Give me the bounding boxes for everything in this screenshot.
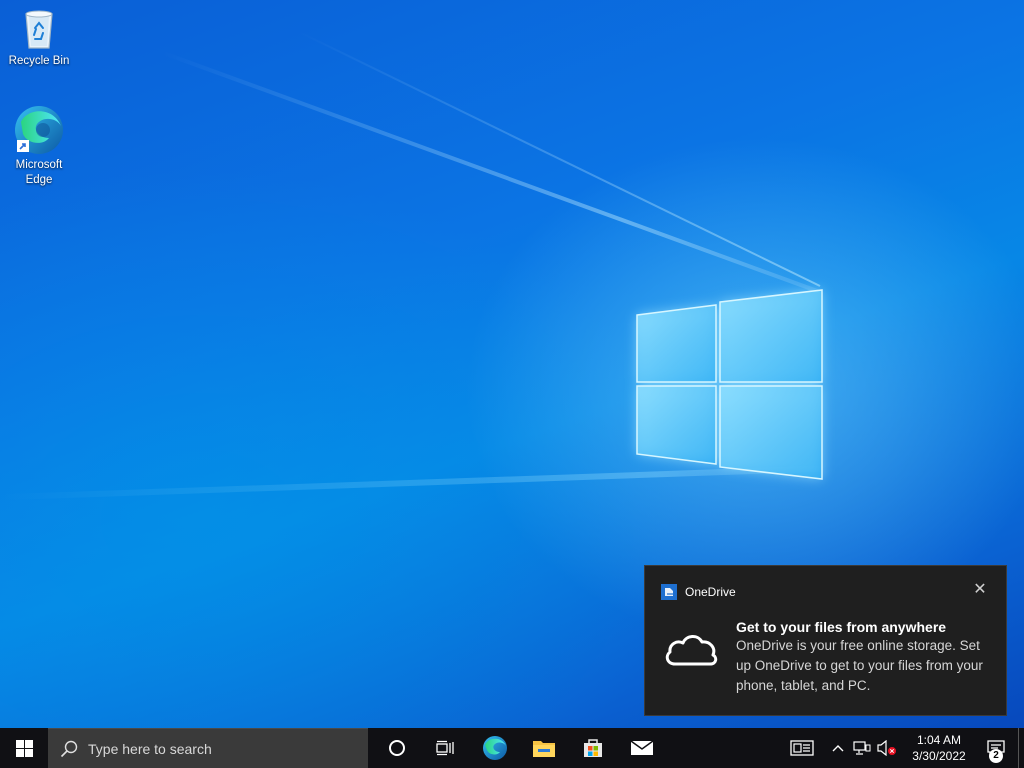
show-desktop-button[interactable]	[1018, 728, 1024, 768]
task-view-button[interactable]	[421, 728, 470, 768]
clock-time: 1:04 AM	[916, 733, 962, 747]
recycle-bin-icon	[25, 10, 53, 49]
file-explorer-button[interactable]	[519, 728, 568, 768]
toast-app-name: OneDrive	[685, 585, 736, 599]
microsoft-store-icon	[583, 739, 602, 757]
search-placeholder: Type here to search	[88, 740, 212, 757]
desktop-icon-recycle-bin[interactable]: Recycle Bin	[3, 6, 75, 69]
chevron-up-icon	[832, 745, 844, 752]
taskbar-edge-button[interactable]	[470, 728, 519, 768]
news-button[interactable]	[784, 728, 820, 768]
taskbar-clock[interactable]: 1:04 AM 3/30/2022	[904, 732, 974, 764]
close-icon[interactable]: ✕	[972, 582, 988, 598]
mail-icon	[630, 740, 653, 755]
microsoft-store-button[interactable]	[568, 728, 617, 768]
mail-button[interactable]	[617, 728, 666, 768]
start-button[interactable]	[0, 728, 48, 768]
volume-button[interactable]	[874, 728, 900, 768]
toast-title: Get to your files from anywhere	[736, 619, 947, 635]
desktop-icon-label-line2: Edge	[25, 174, 53, 186]
network-icon	[853, 741, 871, 755]
news-icon	[790, 740, 814, 756]
light-beam	[161, 50, 821, 294]
clock-date: 3/30/2022	[912, 749, 966, 763]
light-beam	[298, 30, 821, 287]
desktop-icon-microsoft-edge[interactable]: Microsoft Edge	[3, 104, 75, 188]
search-icon	[60, 740, 78, 757]
toast-app-header: OneDrive	[661, 584, 736, 600]
show-hidden-icons-button[interactable]	[826, 728, 850, 768]
file-explorer-icon	[532, 741, 555, 757]
taskbar-search-box[interactable]: Type here to search	[48, 728, 368, 768]
cortana-icon	[388, 740, 405, 756]
onedrive-app-icon	[661, 584, 677, 600]
toast-body: OneDrive is your free online storage. Se…	[736, 638, 983, 693]
toast-content: Get to your files from anywhere OneDrive…	[736, 618, 998, 696]
edge-icon	[15, 106, 63, 154]
taskbar: Type here to search 1:04 AM 3/30/2022 2	[0, 728, 1024, 768]
light-beam	[0, 465, 820, 501]
desktop-icon-label-line1: Microsoft	[15, 159, 63, 171]
onedrive-toast-notification[interactable]: OneDrive ✕ Get to your files from anywhe…	[644, 565, 1007, 716]
action-center-button[interactable]: 2	[974, 728, 1018, 768]
cloud-icon	[665, 635, 718, 666]
desktop-icon-label: Recycle Bin	[8, 55, 70, 67]
notification-count-badge: 2	[989, 749, 1003, 763]
windows-start-icon	[15, 739, 33, 757]
volume-muted-icon	[877, 740, 896, 756]
cortana-button[interactable]	[372, 728, 421, 768]
system-tray: 1:04 AM 3/30/2022 2	[784, 728, 1024, 768]
network-button[interactable]	[850, 728, 874, 768]
task-view-icon	[435, 740, 454, 756]
edge-icon	[482, 736, 507, 760]
